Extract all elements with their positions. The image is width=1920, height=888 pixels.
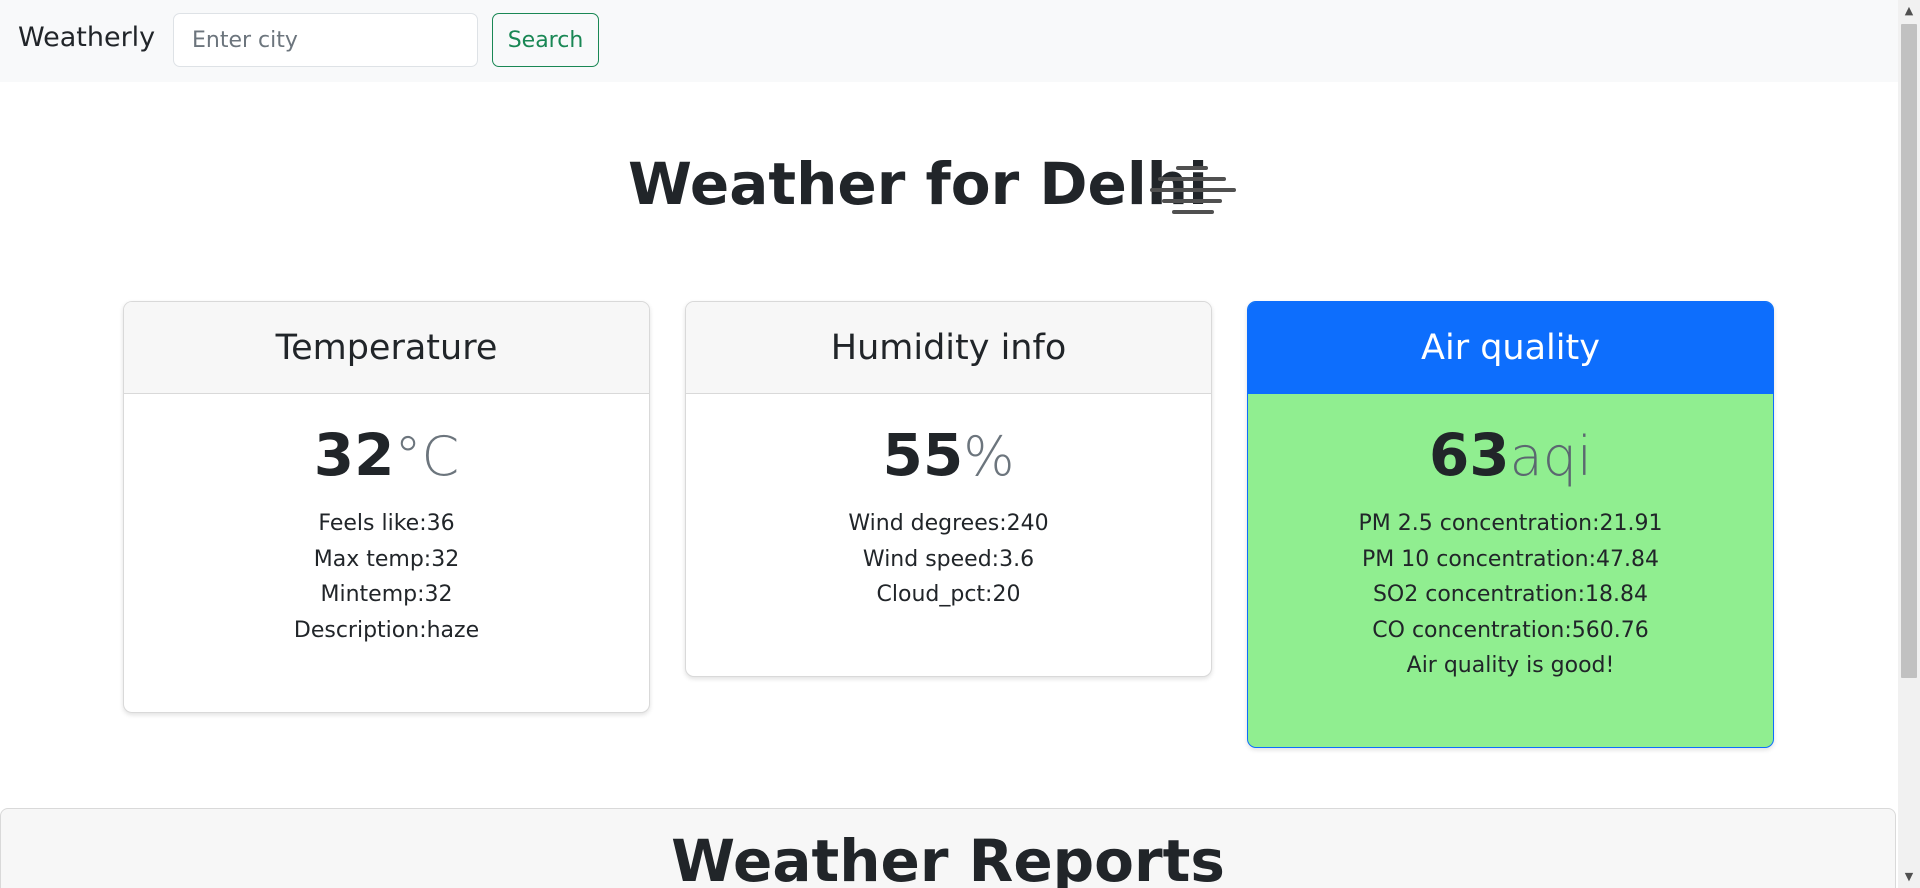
min-temp-text: Mintemp:32 [320, 582, 453, 607]
haze-icon [1150, 166, 1236, 214]
aqi-unit: aqi [1509, 425, 1593, 488]
cloud-pct-text: Cloud_pct:20 [876, 582, 1021, 607]
pm25-text: PM 2.5 concentration:21.91 [1358, 511, 1663, 536]
page-title: Weather for Delhi [628, 150, 1208, 218]
temperature-number: 32 [313, 421, 395, 489]
scroll-up-arrow-icon[interactable]: ▲ [1898, 0, 1920, 22]
feels-like-text: Feels like:36 [318, 511, 455, 536]
navbar: Weatherly Search [0, 0, 1898, 82]
air-quality-card-header: Air quality [1248, 302, 1773, 394]
humidity-unit: % [963, 425, 1015, 488]
humidity-card-header: Humidity info [686, 302, 1211, 394]
temperature-card-body: 32°C Feels like:36 Max temp:32 Mintemp:3… [124, 394, 649, 648]
pm10-text: PM 10 concentration:47.84 [1362, 546, 1659, 572]
air-quality-card-body: 63aqi PM 2.5 concentration:21.91 PM 10 c… [1248, 394, 1773, 684]
temperature-value: 32°C [124, 420, 649, 492]
so2-text: SO2 concentration:18.84 [1372, 582, 1649, 607]
temperature-card: Temperature 32°C Feels like:36 Max temp:… [123, 301, 650, 713]
humidity-card-body: 55% Wind degrees:240 Wind speed:3.6 Clou… [686, 394, 1211, 613]
humidity-card: Humidity info 55% Wind degrees:240 Wind … [685, 301, 1212, 677]
wind-speed-text: Wind speed:3.6 [862, 546, 1035, 572]
city-search-input[interactable] [173, 13, 478, 67]
max-temp-text: Max temp:32 [313, 546, 460, 572]
weather-reports-section: Weather Reports [0, 808, 1896, 888]
description-text: Description:haze [293, 617, 480, 643]
weather-reports-title: Weather Reports [671, 827, 1225, 888]
co-text: CO concentration:560.76 [1372, 617, 1649, 643]
air-quality-card: Air quality 63aqi PM 2.5 concentration:2… [1247, 301, 1774, 748]
scroll-thumb[interactable] [1901, 24, 1917, 678]
air-quality-status-text: Air quality is good! [1406, 653, 1615, 678]
temperature-card-header: Temperature [124, 302, 649, 394]
humidity-number: 55 [882, 421, 964, 489]
search-button[interactable]: Search [492, 13, 599, 67]
aqi-number: 63 [1428, 421, 1510, 489]
temperature-unit: °C [394, 425, 460, 488]
aqi-value: 63aqi [1248, 420, 1773, 492]
wind-degrees-text: Wind degrees:240 [848, 511, 1049, 536]
scroll-down-arrow-icon[interactable]: ▼ [1898, 866, 1920, 888]
brand-logo[interactable]: Weatherly [18, 22, 155, 53]
page: Weatherly Search Weather for Delhi Tempe… [0, 0, 1920, 888]
humidity-value: 55% [686, 420, 1211, 492]
vertical-scrollbar[interactable]: ▲ ▼ [1898, 0, 1920, 888]
